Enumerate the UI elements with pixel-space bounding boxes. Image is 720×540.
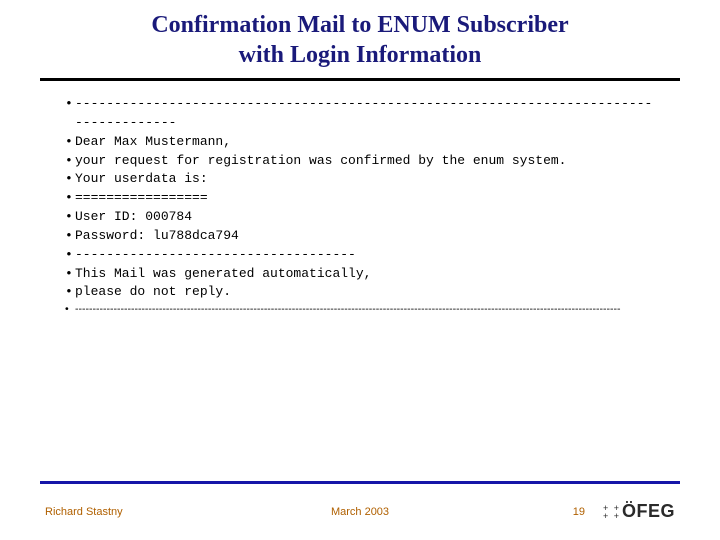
user-id-line: User ID: 000784 [65,208,660,227]
greeting-line: Dear Max Mustermann, [65,133,660,152]
auto-generated-line: This Mail was generated automatically, [65,265,660,284]
title-divider [40,78,680,81]
separator-mid: ------------------------------------ [65,246,660,265]
footer-date: March 2003 [331,506,389,518]
page-number: 19 [573,506,585,518]
confirm-line: your request for registration was confir… [65,152,660,171]
separator-top: ----------------------------------------… [65,95,660,133]
separator-eq: ================= [65,189,660,208]
logo-mark-icon: ++ ++ [603,503,619,521]
body-content: ----------------------------------------… [0,95,720,318]
title-line-1: Confirmation Mail to ENUM Subscriber [50,10,670,40]
slide: Confirmation Mail to ENUM Subscriber wit… [0,0,720,540]
password-line: Password: lu788dca794 [65,227,660,246]
logo-text: ÖFEG [622,501,675,522]
slide-title: Confirmation Mail to ENUM Subscriber wit… [0,10,720,70]
ofeg-logo: ++ ++ ÖFEG [603,501,675,522]
separator-bottom: ----------------------------------------… [65,302,660,317]
title-line-2: with Login Information [50,40,670,70]
footer: Richard Stastny March 2003 19 ++ ++ ÖFEG [0,501,720,522]
no-reply-line: please do not reply. [65,283,660,302]
footer-author: Richard Stastny [45,506,123,518]
userdata-label: Your userdata is: [65,170,660,189]
footer-divider [40,481,680,484]
footer-right: 19 ++ ++ ÖFEG [573,501,675,522]
